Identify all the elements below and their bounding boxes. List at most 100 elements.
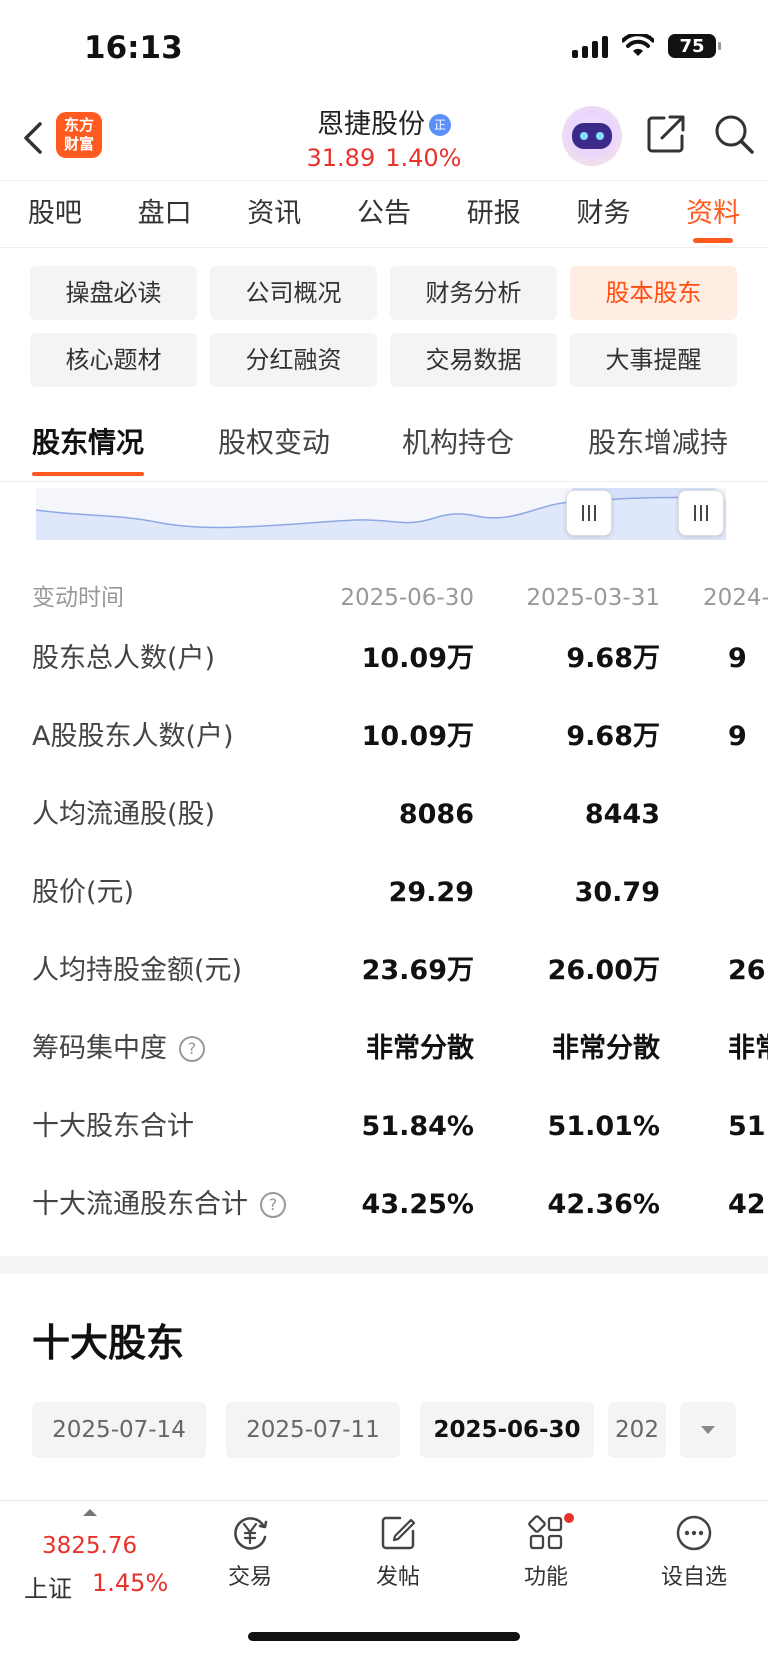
date-chip[interactable]: 2025-07-11 <box>226 1402 400 1458</box>
table-row: 十大股东合计 51.84% 51.01% 51 <box>0 1088 768 1166</box>
chip-shareholders[interactable]: 股本股东 <box>570 266 737 320</box>
date-chip-selected[interactable]: 2025-06-30 <box>420 1402 594 1458</box>
chip-financial-analysis[interactable]: 财务分析 <box>390 266 557 320</box>
row-label: 股东总人数(户) <box>32 643 216 674</box>
row-label: A股股东人数(户) <box>32 721 234 752</box>
row-value: 42 <box>728 1189 766 1220</box>
row-value: 非常分散 <box>552 1033 660 1064</box>
table-row: 股价(元) 29.29 30.79 <box>0 854 768 932</box>
table-row: 股东总人数(户) 10.09万 9.68万 9 <box>0 620 768 698</box>
status-bar: 16:13 75 <box>0 0 768 100</box>
nav-post[interactable]: 发帖 <box>338 1513 458 1591</box>
index-change: 1.45% <box>92 1569 169 1597</box>
range-start-handle[interactable] <box>566 490 612 536</box>
row-value: 29.29 <box>388 877 474 908</box>
row-label: 人均流通股(股) <box>32 799 216 830</box>
battery-icon: 75 <box>668 34 721 58</box>
row-value: 26.00万 <box>547 955 660 986</box>
table-row: 筹码集中度? 非常分散 非常分散 非常 <box>0 1010 768 1088</box>
apps-grid-icon <box>528 1515 563 1550</box>
nav-label: 交易 <box>227 1565 272 1590</box>
notification-dot <box>564 1513 574 1523</box>
row-value: 10.09万 <box>361 643 474 674</box>
tab-profile[interactable]: 资料 <box>658 181 768 247</box>
search-icon[interactable] <box>712 112 756 156</box>
nav-functions[interactable]: 功能 <box>486 1513 606 1591</box>
section-divider <box>0 1256 768 1274</box>
stock-price: 31.89 <box>306 144 376 172</box>
date-chip[interactable]: 202 <box>608 1402 666 1458</box>
shareholder-sub-tabs: 股东情况 股权变动 机构持仓 股东增减持 <box>0 408 768 482</box>
row-label: 十大流通股东合计? <box>32 1166 286 1244</box>
row-value: 8443 <box>584 799 660 830</box>
robot-face-icon <box>572 123 612 149</box>
tab-guba[interactable]: 股吧 <box>0 181 110 247</box>
row-value: 51 <box>728 1111 766 1142</box>
range-end-handle[interactable] <box>678 490 724 536</box>
chip-events[interactable]: 大事提醒 <box>570 333 737 387</box>
row-value: 9.68万 <box>566 721 660 752</box>
table-row: 人均流通股(股) 8086 8443 <box>0 776 768 854</box>
row-value: 23.69万 <box>361 955 474 986</box>
tab-announcements[interactable]: 公告 <box>329 181 439 247</box>
profile-category-chips: 操盘必读 公司概况 财务分析 股本股东 核心题材 分红融资 交易数据 大事提醒 <box>30 266 738 387</box>
status-icons: 75 <box>572 34 721 58</box>
top-tab-bar: 股吧 盘口 资讯 公告 研报 财务 资料 <box>0 180 768 248</box>
ai-assistant-avatar[interactable] <box>562 106 622 166</box>
home-indicator[interactable] <box>248 1632 520 1641</box>
row-label: 股价(元) <box>32 877 135 908</box>
help-icon[interactable]: ? <box>179 1036 205 1062</box>
chip-trading-guide[interactable]: 操盘必读 <box>30 266 197 320</box>
table-row: 十大流通股东合计? 43.25% 42.36% 42 <box>0 1166 768 1244</box>
subtab-institutional-holdings[interactable]: 机构持仓 <box>402 408 514 478</box>
column-header-date: 2025-03-31 <box>526 585 660 611</box>
date-chip[interactable]: 2025-07-14 <box>32 1402 206 1458</box>
section-title-top-shareholders: 十大股东 <box>32 1321 185 1365</box>
yen-exchange-icon <box>234 1517 268 1550</box>
row-value: 非常分散 <box>366 1033 474 1064</box>
row-value: 51.84% <box>361 1111 474 1142</box>
subtab-shareholder-status[interactable]: 股东情况 <box>32 408 145 478</box>
range-selector-chart[interactable] <box>36 488 726 540</box>
row-value: 42.36% <box>547 1189 660 1220</box>
date-dropdown-button[interactable] <box>680 1402 736 1458</box>
share-icon[interactable] <box>644 112 688 156</box>
row-value: 51.01% <box>547 1111 660 1142</box>
tab-finance[interactable]: 财务 <box>549 181 659 247</box>
edit-post-icon <box>381 1516 416 1550</box>
shareholder-table: 变动时间 2025-06-30 2025-03-31 2024- 股东总人数(户… <box>0 576 768 1244</box>
row-label: 十大股东合计 <box>32 1111 194 1142</box>
index-name: 上证 <box>24 1575 72 1603</box>
row-value: 9 <box>728 721 747 752</box>
row-value: 9 <box>728 643 747 674</box>
cellular-signal-icon <box>572 34 608 58</box>
chip-core-themes[interactable]: 核心题材 <box>30 333 197 387</box>
stock-header: 东方 财富 恩捷股份正 31.89 1.40% <box>0 100 768 180</box>
column-header-label: 变动时间 <box>32 585 124 611</box>
nav-trade[interactable]: 交易 <box>190 1513 310 1591</box>
stock-change-pct: 1.40% <box>385 144 462 172</box>
row-label: 人均持股金额(元) <box>32 955 243 986</box>
chip-trading-data[interactable]: 交易数据 <box>390 333 557 387</box>
table-row: A股股东人数(户) 10.09万 9.68万 9 <box>0 698 768 776</box>
column-header-date: 2024- <box>703 585 768 611</box>
subtab-equity-changes[interactable]: 股权变动 <box>218 408 330 478</box>
row-label: 筹码集中度? <box>32 1010 205 1088</box>
stock-name: 恩捷股份 <box>317 109 425 140</box>
nav-add-watchlist[interactable]: 设自选 <box>634 1513 754 1591</box>
chip-company-overview[interactable]: 公司概况 <box>210 266 377 320</box>
row-value: 43.25% <box>361 1189 474 1220</box>
chip-dividends[interactable]: 分红融资 <box>210 333 377 387</box>
row-value: 8086 <box>398 799 474 830</box>
help-icon[interactable]: ? <box>260 1192 286 1218</box>
row-value: 26 <box>728 955 766 986</box>
nav-label: 功能 <box>523 1565 568 1590</box>
tab-news[interactable]: 资讯 <box>219 181 329 247</box>
tab-research[interactable]: 研报 <box>439 181 549 247</box>
row-value: 非常 <box>728 1033 768 1064</box>
subtab-holding-changes[interactable]: 股东增减持 <box>588 408 728 478</box>
tab-pankou[interactable]: 盘口 <box>110 181 220 247</box>
wifi-icon <box>622 34 654 56</box>
column-header-date: 2025-06-30 <box>340 585 474 611</box>
status-time: 16:13 <box>84 30 183 66</box>
